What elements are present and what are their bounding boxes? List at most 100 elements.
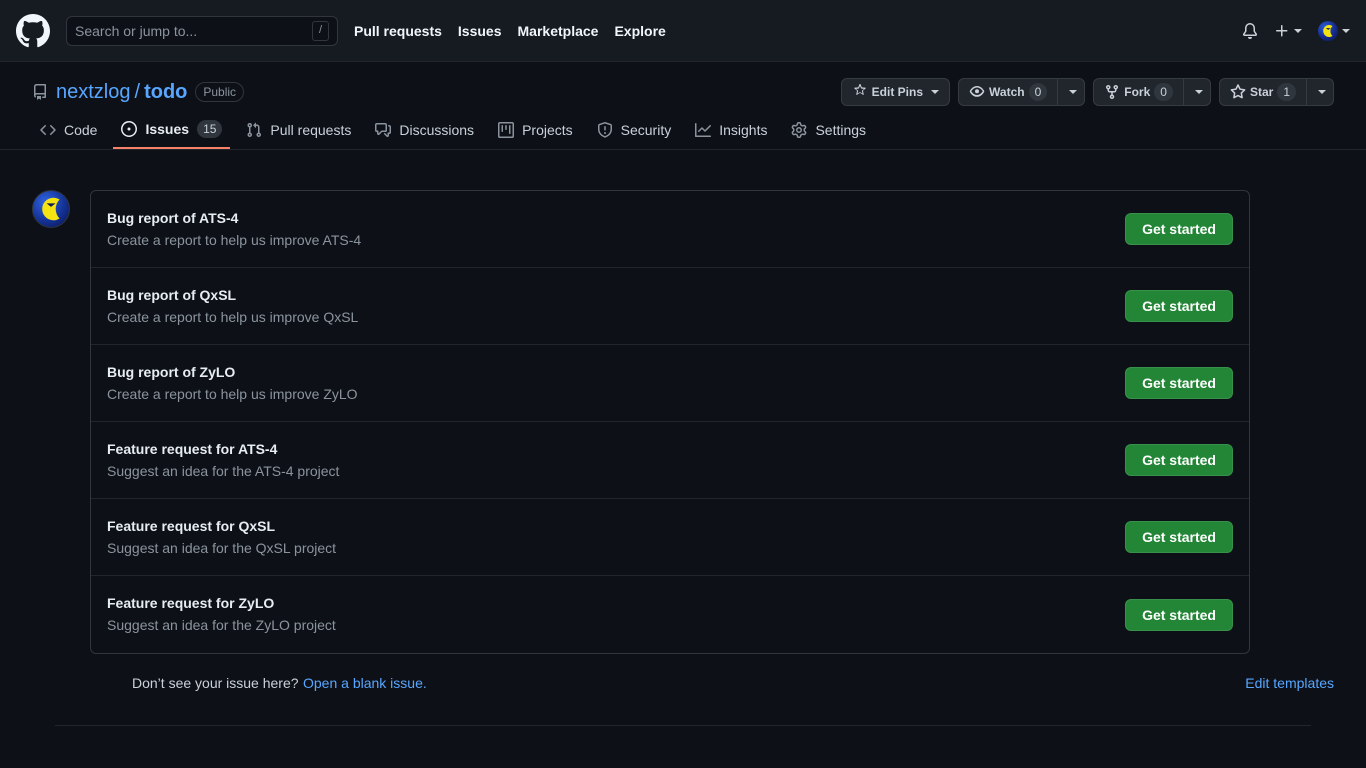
star-button-group: Star 1 [1218, 78, 1334, 106]
tab-settings-label: Settings [815, 122, 867, 138]
blank-issue-prompt: Don’t see your issue here? [132, 675, 299, 691]
template-name: Feature request for QxSL [107, 517, 276, 534]
watch-dropdown-button[interactable] [1057, 78, 1086, 106]
tab-issues-count: 15 [197, 120, 223, 138]
search-placeholder: Search or jump to... [75, 22, 198, 39]
tab-security[interactable]: Security [589, 122, 680, 149]
search-shortcut-key: / [311, 20, 329, 41]
bell-icon[interactable] [1242, 22, 1258, 39]
template-row[interactable]: Bug report of QxSL Create a report to he… [91, 268, 1249, 345]
template-row[interactable]: Feature request for ZyLO Suggest an idea… [91, 576, 1249, 653]
watch-button[interactable]: Watch 0 [958, 78, 1058, 106]
nav-pull-requests[interactable]: Pull requests [354, 24, 442, 38]
template-about: Create a report to help us improve ZyLO [107, 385, 358, 402]
nav-issues[interactable]: Issues [458, 24, 502, 38]
star-label: Star [1249, 85, 1274, 99]
template-info: Bug report of ATS-4 Create a report to h… [107, 208, 1125, 251]
get-started-button[interactable]: Get started [1125, 444, 1233, 476]
template-about: Suggest an idea for the QxSL project [107, 539, 337, 556]
tab-insights[interactable]: Insights [687, 122, 775, 149]
header-actions [1242, 20, 1350, 41]
global-header: Search or jump to... / Pull requests Iss… [0, 0, 1366, 62]
open-blank-issue-link[interactable]: Open a blank issue. [303, 675, 427, 691]
get-started-button[interactable]: Get started [1125, 290, 1233, 322]
fork-count: 0 [1154, 83, 1173, 101]
star-count: 1 [1277, 83, 1296, 101]
repo-name-link[interactable]: todo [144, 80, 187, 104]
tab-settings[interactable]: Settings [783, 122, 874, 149]
tab-security-label: Security [620, 122, 672, 138]
issue-template-chooser: Bug report of ATS-4 Create a report to h… [0, 150, 1366, 654]
nav-explore[interactable]: Explore [614, 24, 665, 38]
template-row[interactable]: Feature request for QxSL Suggest an idea… [91, 499, 1249, 576]
star-icon [1230, 84, 1246, 100]
template-info: Feature request for ZyLO Suggest an idea… [107, 593, 1125, 636]
repo-header: nextzlog / todo Public Edit Pins Watch 0 [0, 62, 1366, 106]
code-icon [40, 122, 56, 138]
star-button[interactable]: Star 1 [1218, 78, 1306, 106]
get-started-button[interactable]: Get started [1125, 521, 1233, 553]
get-started-button[interactable]: Get started [1125, 598, 1233, 631]
fork-button-group: Fork 0 [1093, 78, 1211, 106]
chevron-down-icon [1318, 90, 1326, 94]
edit-templates-link[interactable]: Edit templates [1245, 675, 1334, 691]
template-row[interactable]: Feature request for ATS-4 Suggest an ide… [91, 422, 1249, 499]
search-input[interactable]: Search or jump to... / [66, 15, 338, 46]
chevron-down-icon [1294, 28, 1302, 33]
get-started-button[interactable]: Get started [1125, 367, 1233, 399]
template-about: Create a report to help us improve ATS-4 [107, 231, 362, 248]
repo-separator: / [134, 80, 141, 103]
fork-dropdown-button[interactable] [1182, 78, 1211, 106]
fork-label: Fork [1124, 85, 1151, 99]
template-about: Suggest an idea for the ZyLO project [107, 617, 336, 633]
repo-tabs: Code Issues 15 Pull requests Discussions… [0, 106, 1366, 150]
account-menu[interactable] [1318, 20, 1350, 41]
template-list-card: Bug report of ATS-4 Create a report to h… [90, 190, 1250, 654]
create-new-menu[interactable] [1274, 23, 1302, 39]
template-info: Feature request for ATS-4 Suggest an ide… [107, 439, 1125, 482]
template-about: Create a report to help us improve QxSL [107, 308, 359, 325]
nav-marketplace[interactable]: Marketplace [518, 24, 599, 38]
template-name: Bug report of ATS-4 [107, 209, 239, 226]
tab-issues[interactable]: Issues 15 [113, 120, 231, 149]
repo-actions: Edit Pins Watch 0 Fork 0 Star 1 [840, 78, 1334, 106]
watch-label: Watch [989, 85, 1025, 99]
issue-opened-icon [121, 121, 138, 137]
template-about: Suggest an idea for the ATS-4 project [107, 462, 340, 479]
template-name: Feature request for ATS-4 [107, 440, 278, 457]
git-pull-request-icon [246, 122, 262, 138]
edit-pins-label: Edit Pins [871, 85, 924, 99]
chevron-down-icon [931, 90, 940, 94]
template-info: Feature request for QxSL Suggest an idea… [107, 516, 1125, 559]
plus-icon [1274, 23, 1290, 39]
template-info: Bug report of QxSL Create a report to he… [107, 285, 1125, 328]
chevron-down-icon [1194, 90, 1203, 94]
global-nav: Pull requests Issues Marketplace Explore [354, 24, 666, 38]
star-dropdown-button[interactable] [1306, 78, 1334, 106]
chevron-down-icon [1069, 90, 1078, 94]
template-name: Bug report of QxSL [107, 286, 237, 303]
template-name: Bug report of ZyLO [107, 363, 236, 380]
shield-icon [597, 122, 613, 138]
tab-projects[interactable]: Projects [490, 122, 581, 149]
tab-pull-requests[interactable]: Pull requests [238, 122, 359, 149]
page-divider [55, 725, 1311, 726]
template-info: Bug report of ZyLO Create a report to he… [107, 362, 1125, 405]
tab-discussions[interactable]: Discussions [367, 122, 482, 149]
graph-icon [695, 122, 712, 138]
edit-pins-button[interactable]: Edit Pins [840, 78, 951, 106]
crescent-moon-antenna-avatar [32, 190, 70, 228]
comment-discussion-icon [375, 122, 392, 138]
blank-issue-row: Don’t see your issue here? Open a blank … [0, 654, 1366, 692]
template-row[interactable]: Bug report of ZyLO Create a report to he… [91, 345, 1249, 422]
get-started-button[interactable]: Get started [1125, 213, 1233, 245]
template-name: Feature request for ZyLO [107, 595, 275, 611]
fork-button[interactable]: Fork 0 [1093, 78, 1183, 106]
pin-star-icon [852, 84, 868, 100]
template-row[interactable]: Bug report of ATS-4 Create a report to h… [91, 191, 1249, 268]
repo-owner-link[interactable]: nextzlog [56, 80, 131, 104]
watch-button-group: Watch 0 [958, 78, 1086, 106]
tab-code[interactable]: Code [32, 122, 105, 149]
tab-issues-label: Issues [145, 121, 190, 137]
github-mark-icon[interactable] [16, 13, 50, 48]
